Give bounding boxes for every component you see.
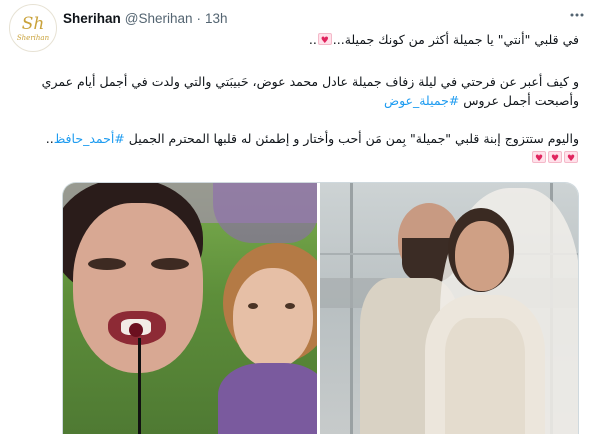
photo-performer-with-child[interactable] — [63, 183, 317, 434]
love-letter-icon — [564, 150, 578, 169]
tweet-paragraph-3: واليوم ستتزوج إبنة قلبي "جميلة" بِمن مَن… — [46, 129, 579, 169]
media-grid — [62, 182, 579, 434]
avatar-monogram: Sh — [21, 13, 45, 34]
tweet-text: وأصبحت أجمل عروس — [463, 93, 579, 108]
tweet-paragraph-2: و كيف أعبر عن فرحتي في ليلة زفاف جميلة ع… — [41, 72, 579, 110]
tweet-text: في قلبي "أنتي" يا جميلة أكثر من كونك جمي… — [332, 32, 579, 47]
separator-dot: · — [196, 10, 202, 26]
timestamp[interactable]: 13h — [205, 11, 228, 26]
tweet-text: .. — [308, 32, 317, 47]
tweet-line: وأصبحت أجمل عروس #جميلة_عوض — [63, 91, 579, 110]
tweet-text: واليوم ستتزوج إبنة قلبي "جميلة" بِمن مَن… — [128, 131, 579, 146]
tweet-line — [63, 148, 579, 169]
user-handle[interactable]: @Sherihan — [125, 11, 193, 26]
display-name[interactable]: Sherihan — [63, 11, 121, 26]
tweet-line: و كيف أعبر عن فرحتي في ليلة زفاف جميلة ع… — [41, 74, 579, 89]
love-letter-icon — [548, 150, 562, 169]
photo-wedding-couple[interactable] — [320, 183, 578, 434]
tweet[interactable]: Sh Sherihan Sherihan @Sherihan · 13h في … — [0, 0, 595, 434]
avatar[interactable]: Sh Sherihan — [9, 4, 57, 52]
love-letter-icon — [532, 150, 546, 169]
tweet-text: .. — [45, 131, 54, 146]
tweet-line: واليوم ستتزوج إبنة قلبي "جميلة" بِمن مَن… — [46, 129, 579, 148]
tweet-header: Sherihan @Sherihan · 13h — [63, 8, 228, 28]
tweet-paragraph-1: في قلبي "أنتي" يا جميلة أكثر من كونك جمي… — [63, 30, 579, 51]
hashtag-link[interactable]: #أحمد_حافظ — [54, 131, 125, 146]
love-letter-icon — [317, 32, 332, 51]
avatar-signature: Sherihan — [16, 33, 50, 42]
hashtag-link[interactable]: #جميلة_عوض — [384, 93, 459, 108]
more-horizontal-icon[interactable] — [567, 6, 587, 26]
tweet-line: في قلبي "أنتي" يا جميلة أكثر من كونك جمي… — [63, 30, 579, 51]
